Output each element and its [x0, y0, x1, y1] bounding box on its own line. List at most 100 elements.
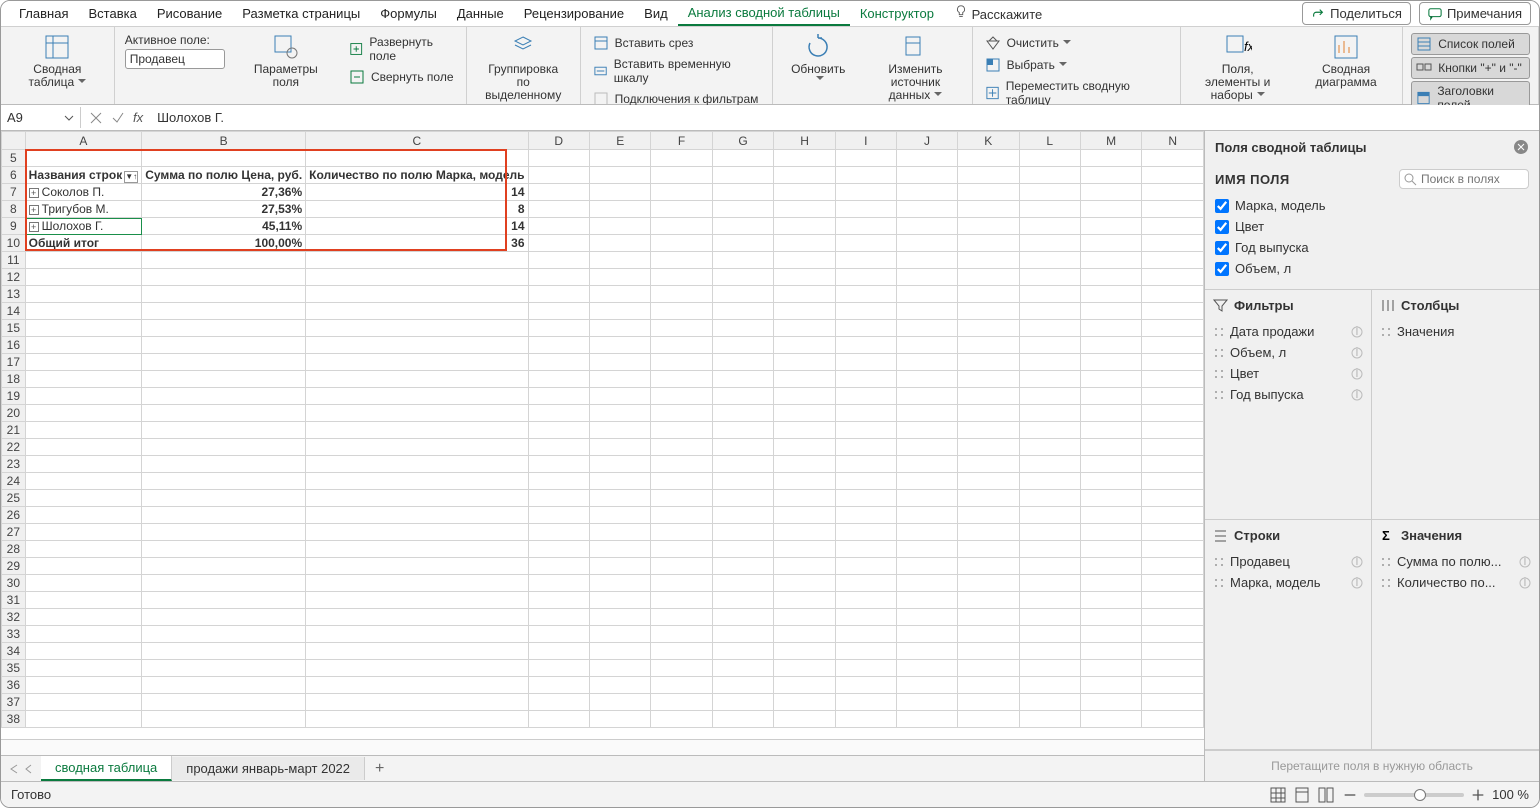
col-header[interactable]: D [528, 132, 589, 150]
insert-timeline-button[interactable]: Вставить временную шкалу [589, 55, 765, 87]
view-pagebreak-icon[interactable] [1318, 787, 1334, 803]
col-header[interactable]: I [835, 132, 896, 150]
zone-item[interactable]: Год выпускаi [1211, 384, 1365, 405]
close-panel-icon[interactable] [1513, 139, 1529, 155]
field-check[interactable]: Объем, л [1215, 258, 1529, 279]
confirm-icon[interactable] [111, 111, 125, 125]
field-settings-button[interactable]: Параметры поля [239, 31, 333, 91]
formula-input[interactable]: Шолохов Г. [151, 107, 1539, 128]
group-selection-button[interactable]: Группировка по выделенному [475, 31, 572, 105]
sheet-nav-prev-icon[interactable] [23, 763, 35, 775]
row-header[interactable]: 21 [2, 422, 26, 439]
sheet-nav-first-icon[interactable] [7, 763, 19, 775]
row-header[interactable]: 12 [2, 269, 26, 286]
row-header[interactable]: 11 [2, 252, 26, 269]
row-header[interactable]: 14 [2, 303, 26, 320]
row-header[interactable]: 24 [2, 473, 26, 490]
zone-item[interactable]: Количество по...i [1378, 572, 1533, 593]
row-header[interactable]: 10 [2, 235, 26, 252]
tab-view[interactable]: Вид [634, 2, 678, 25]
col-header[interactable]: K [958, 132, 1019, 150]
field-check[interactable]: Цвет [1215, 216, 1529, 237]
tab-layout[interactable]: Разметка страницы [232, 2, 370, 25]
pivottable-button[interactable]: Сводная таблица [9, 31, 106, 91]
row-header[interactable]: 19 [2, 388, 26, 405]
col-header[interactable]: L [1019, 132, 1080, 150]
pm-buttons-toggle[interactable]: Кнопки "+" и "-" [1411, 57, 1530, 79]
panel-search-input[interactable] [1421, 172, 1521, 186]
row-header[interactable]: 7 [2, 184, 26, 201]
fx-icon[interactable]: fx [133, 110, 143, 125]
row-header[interactable]: 23 [2, 456, 26, 473]
row-header[interactable]: 37 [2, 694, 26, 711]
refresh-button[interactable]: Обновить [781, 31, 855, 86]
select-button[interactable]: Выбрать [981, 55, 1173, 75]
col-header[interactable]: E [589, 132, 650, 150]
zone-item[interactable]: Продавецi [1211, 551, 1365, 572]
tab-home[interactable]: Главная [9, 2, 78, 25]
row-header[interactable]: 36 [2, 677, 26, 694]
row-header[interactable]: 8 [2, 201, 26, 218]
tab-review[interactable]: Рецензирование [514, 2, 634, 25]
tab-tellme[interactable]: Расскажите [944, 1, 1052, 26]
col-header[interactable]: J [896, 132, 957, 150]
row-header[interactable]: 25 [2, 490, 26, 507]
row-header[interactable]: 34 [2, 643, 26, 660]
change-source-button[interactable]: Изменить источник данных [867, 31, 963, 105]
view-normal-icon[interactable] [1270, 787, 1286, 803]
tab-insert[interactable]: Вставка [78, 2, 146, 25]
horizontal-scrollbar[interactable] [1, 739, 1204, 755]
row-header[interactable]: 16 [2, 337, 26, 354]
pivot-chart-button[interactable]: Сводная диаграмма [1298, 31, 1394, 91]
col-header[interactable]: C [306, 132, 528, 150]
sheet-tab-pivot[interactable]: сводная таблица [41, 756, 172, 781]
row-header[interactable]: 31 [2, 592, 26, 609]
field-check[interactable]: Год выпуска [1215, 237, 1529, 258]
expand-field-button[interactable]: Развернуть поле [345, 33, 458, 65]
row-header[interactable]: 9 [2, 218, 26, 235]
active-field-input[interactable] [125, 49, 225, 69]
col-header[interactable]: A [25, 132, 142, 150]
zone-item[interactable]: Значения [1378, 321, 1533, 342]
row-header[interactable]: 27 [2, 524, 26, 541]
row-header[interactable]: 29 [2, 558, 26, 575]
cancel-icon[interactable] [89, 111, 103, 125]
zone-item[interactable]: Цветi [1211, 363, 1365, 384]
row-header[interactable]: 17 [2, 354, 26, 371]
row-header[interactable]: 15 [2, 320, 26, 337]
col-header[interactable]: F [651, 132, 712, 150]
zone-item[interactable]: Дата продажиi [1211, 321, 1365, 342]
add-sheet-button[interactable]: + [365, 760, 394, 778]
view-layout-icon[interactable] [1294, 787, 1310, 803]
zone-item[interactable]: Сумма по полю...i [1378, 551, 1533, 572]
clear-button[interactable]: Очистить [981, 33, 1173, 53]
zone-item[interactable]: Марка, модельi [1211, 572, 1365, 593]
row-header[interactable]: 30 [2, 575, 26, 592]
sheet-tab-sales[interactable]: продажи январь-март 2022 [172, 757, 365, 780]
zone-item[interactable]: Объем, лi [1211, 342, 1365, 363]
zoom-out-icon[interactable] [1342, 787, 1358, 803]
tab-data[interactable]: Данные [447, 2, 514, 25]
row-header[interactable]: 35 [2, 660, 26, 677]
comments-button[interactable]: Примечания [1419, 2, 1531, 25]
col-header[interactable]: N [1142, 132, 1204, 150]
zoom-slider[interactable] [1364, 793, 1464, 797]
row-header[interactable]: 5 [2, 150, 26, 167]
row-header[interactable]: 26 [2, 507, 26, 524]
row-header[interactable]: 20 [2, 405, 26, 422]
row-header[interactable]: 6 [2, 167, 26, 184]
col-header[interactable]: G [712, 132, 774, 150]
zoom-in-icon[interactable] [1470, 787, 1486, 803]
insert-slicer-button[interactable]: Вставить срез [589, 33, 765, 53]
field-list-toggle[interactable]: Список полей [1411, 33, 1530, 55]
row-header[interactable]: 22 [2, 439, 26, 456]
col-header[interactable]: B [142, 132, 306, 150]
col-header[interactable]: M [1080, 132, 1142, 150]
row-header[interactable]: 28 [2, 541, 26, 558]
tab-pivot-analyze[interactable]: Анализ сводной таблицы [678, 1, 850, 26]
tab-formulas[interactable]: Формулы [370, 2, 447, 25]
col-header[interactable]: H [774, 132, 835, 150]
collapse-field-button[interactable]: Свернуть поле [345, 67, 458, 87]
field-check[interactable]: Марка, модель [1215, 195, 1529, 216]
row-header[interactable]: 13 [2, 286, 26, 303]
